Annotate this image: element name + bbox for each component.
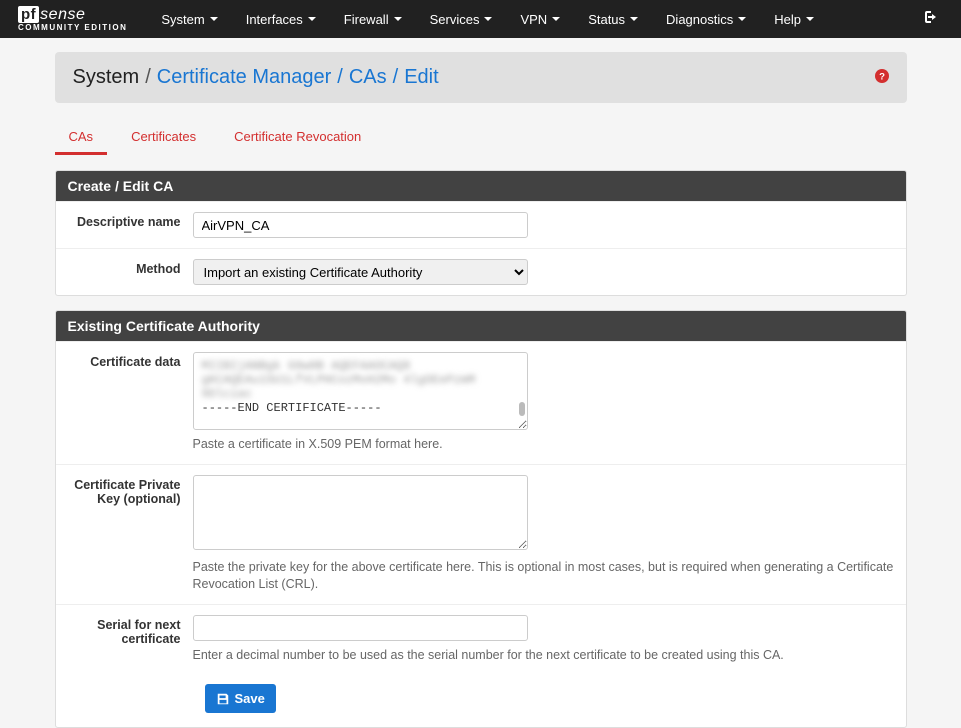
label-descriptive-name: Descriptive name	[68, 212, 193, 238]
caret-icon	[210, 17, 218, 21]
nav-diagnostics[interactable]: Diagnostics	[652, 12, 760, 27]
row-cert-data: Certificate data MIIBIjANBgk G9w0B AQEFA…	[56, 341, 906, 464]
nav-label: Interfaces	[246, 12, 303, 27]
logo[interactable]: pfsense COMMUNITY EDITION	[18, 6, 127, 32]
nav-menu: System Interfaces Firewall Services VPN …	[147, 12, 915, 27]
help-serial: Enter a decimal number to be used as the…	[193, 647, 894, 665]
tab-revocation[interactable]: Certificate Revocation	[220, 121, 375, 155]
panel-existing-ca: Existing Certificate Authority Certifica…	[55, 310, 907, 728]
row-method: Method Import an existing Certificate Au…	[56, 248, 906, 295]
breadcrumb-sep: /	[393, 66, 399, 89]
nav-firewall[interactable]: Firewall	[330, 12, 416, 27]
panel-header: Create / Edit CA	[56, 171, 906, 201]
nav-label: Diagnostics	[666, 12, 733, 27]
nav-label: Status	[588, 12, 625, 27]
nav-vpn[interactable]: VPN	[506, 12, 574, 27]
label-cert-data: Certificate data	[68, 352, 193, 454]
nav-interfaces[interactable]: Interfaces	[232, 12, 330, 27]
nav-status[interactable]: Status	[574, 12, 652, 27]
breadcrumb-sep: /	[337, 66, 343, 89]
save-label: Save	[235, 691, 265, 706]
label-method: Method	[68, 259, 193, 285]
label-cert-key: Certificate Private Key (optional)	[68, 475, 193, 594]
nav-help[interactable]: Help	[760, 12, 828, 27]
help-icon[interactable]: ?	[875, 69, 889, 86]
nav-services[interactable]: Services	[416, 12, 507, 27]
logo-sub: COMMUNITY EDITION	[18, 23, 127, 32]
svg-text:?: ?	[879, 72, 885, 83]
nav-system[interactable]: System	[147, 12, 231, 27]
input-serial[interactable]	[193, 615, 528, 641]
caret-icon	[394, 17, 402, 21]
cert-blurred-content: MIIBIjANBgk G9w0B AQEFAAOCAQ8 gKCAQEAu1S…	[202, 359, 519, 401]
textarea-cert-data[interactable]: MIIBIjANBgk G9w0B AQEFAAOCAQ8 gKCAQEAu1S…	[193, 352, 528, 430]
tab-certificates[interactable]: Certificates	[117, 121, 210, 155]
cert-end-marker: -----END CERTIFICATE-----	[202, 401, 519, 415]
caret-icon	[806, 17, 814, 21]
nav-label: Help	[774, 12, 801, 27]
select-method[interactable]: Import an existing Certificate Authority	[193, 259, 528, 285]
navbar: pfsense COMMUNITY EDITION System Interfa…	[0, 0, 961, 38]
breadcrumb-edit[interactable]: Edit	[404, 66, 438, 89]
row-descriptive-name: Descriptive name	[56, 201, 906, 248]
label-serial: Serial for next certificate	[68, 615, 193, 665]
row-save: Save	[56, 674, 906, 727]
input-descriptive-name[interactable]	[193, 212, 528, 238]
row-serial: Serial for next certificate Enter a deci…	[56, 604, 906, 675]
save-icon	[216, 692, 230, 706]
nav-label: Firewall	[344, 12, 389, 27]
tab-cas[interactable]: CAs	[55, 121, 108, 155]
textarea-cert-key[interactable]	[193, 475, 528, 550]
help-cert-key: Paste the private key for the above cert…	[193, 559, 894, 594]
panel-create-edit-ca: Create / Edit CA Descriptive name Method…	[55, 170, 907, 296]
row-cert-key: Certificate Private Key (optional) Paste…	[56, 464, 906, 604]
nav-label: System	[161, 12, 204, 27]
tabs: CAs Certificates Certificate Revocation	[55, 121, 907, 156]
caret-icon	[738, 17, 746, 21]
caret-icon	[484, 17, 492, 21]
logo-sense: sense	[40, 6, 85, 24]
caret-icon	[308, 17, 316, 21]
breadcrumb: System / Certificate Manager / CAs / Edi…	[55, 52, 907, 103]
help-cert-data: Paste a certificate in X.509 PEM format …	[193, 436, 894, 454]
breadcrumb-system: System	[73, 66, 140, 89]
caret-icon	[552, 17, 560, 21]
breadcrumb-certmgr[interactable]: Certificate Manager	[157, 66, 332, 89]
save-button[interactable]: Save	[205, 684, 276, 713]
nav-label: Services	[430, 12, 480, 27]
logo-pf: pf	[18, 6, 39, 23]
caret-icon	[630, 17, 638, 21]
breadcrumb-sep: /	[145, 66, 151, 89]
scrollbar-thumb[interactable]	[519, 402, 525, 416]
breadcrumb-cas[interactable]: CAs	[349, 66, 387, 89]
panel-header: Existing Certificate Authority	[56, 311, 906, 341]
logout-icon[interactable]	[915, 9, 943, 30]
textarea-cert-data-wrap: MIIBIjANBgk G9w0B AQEFAAOCAQ8 gKCAQEAu1S…	[193, 352, 528, 430]
nav-label: VPN	[520, 12, 547, 27]
